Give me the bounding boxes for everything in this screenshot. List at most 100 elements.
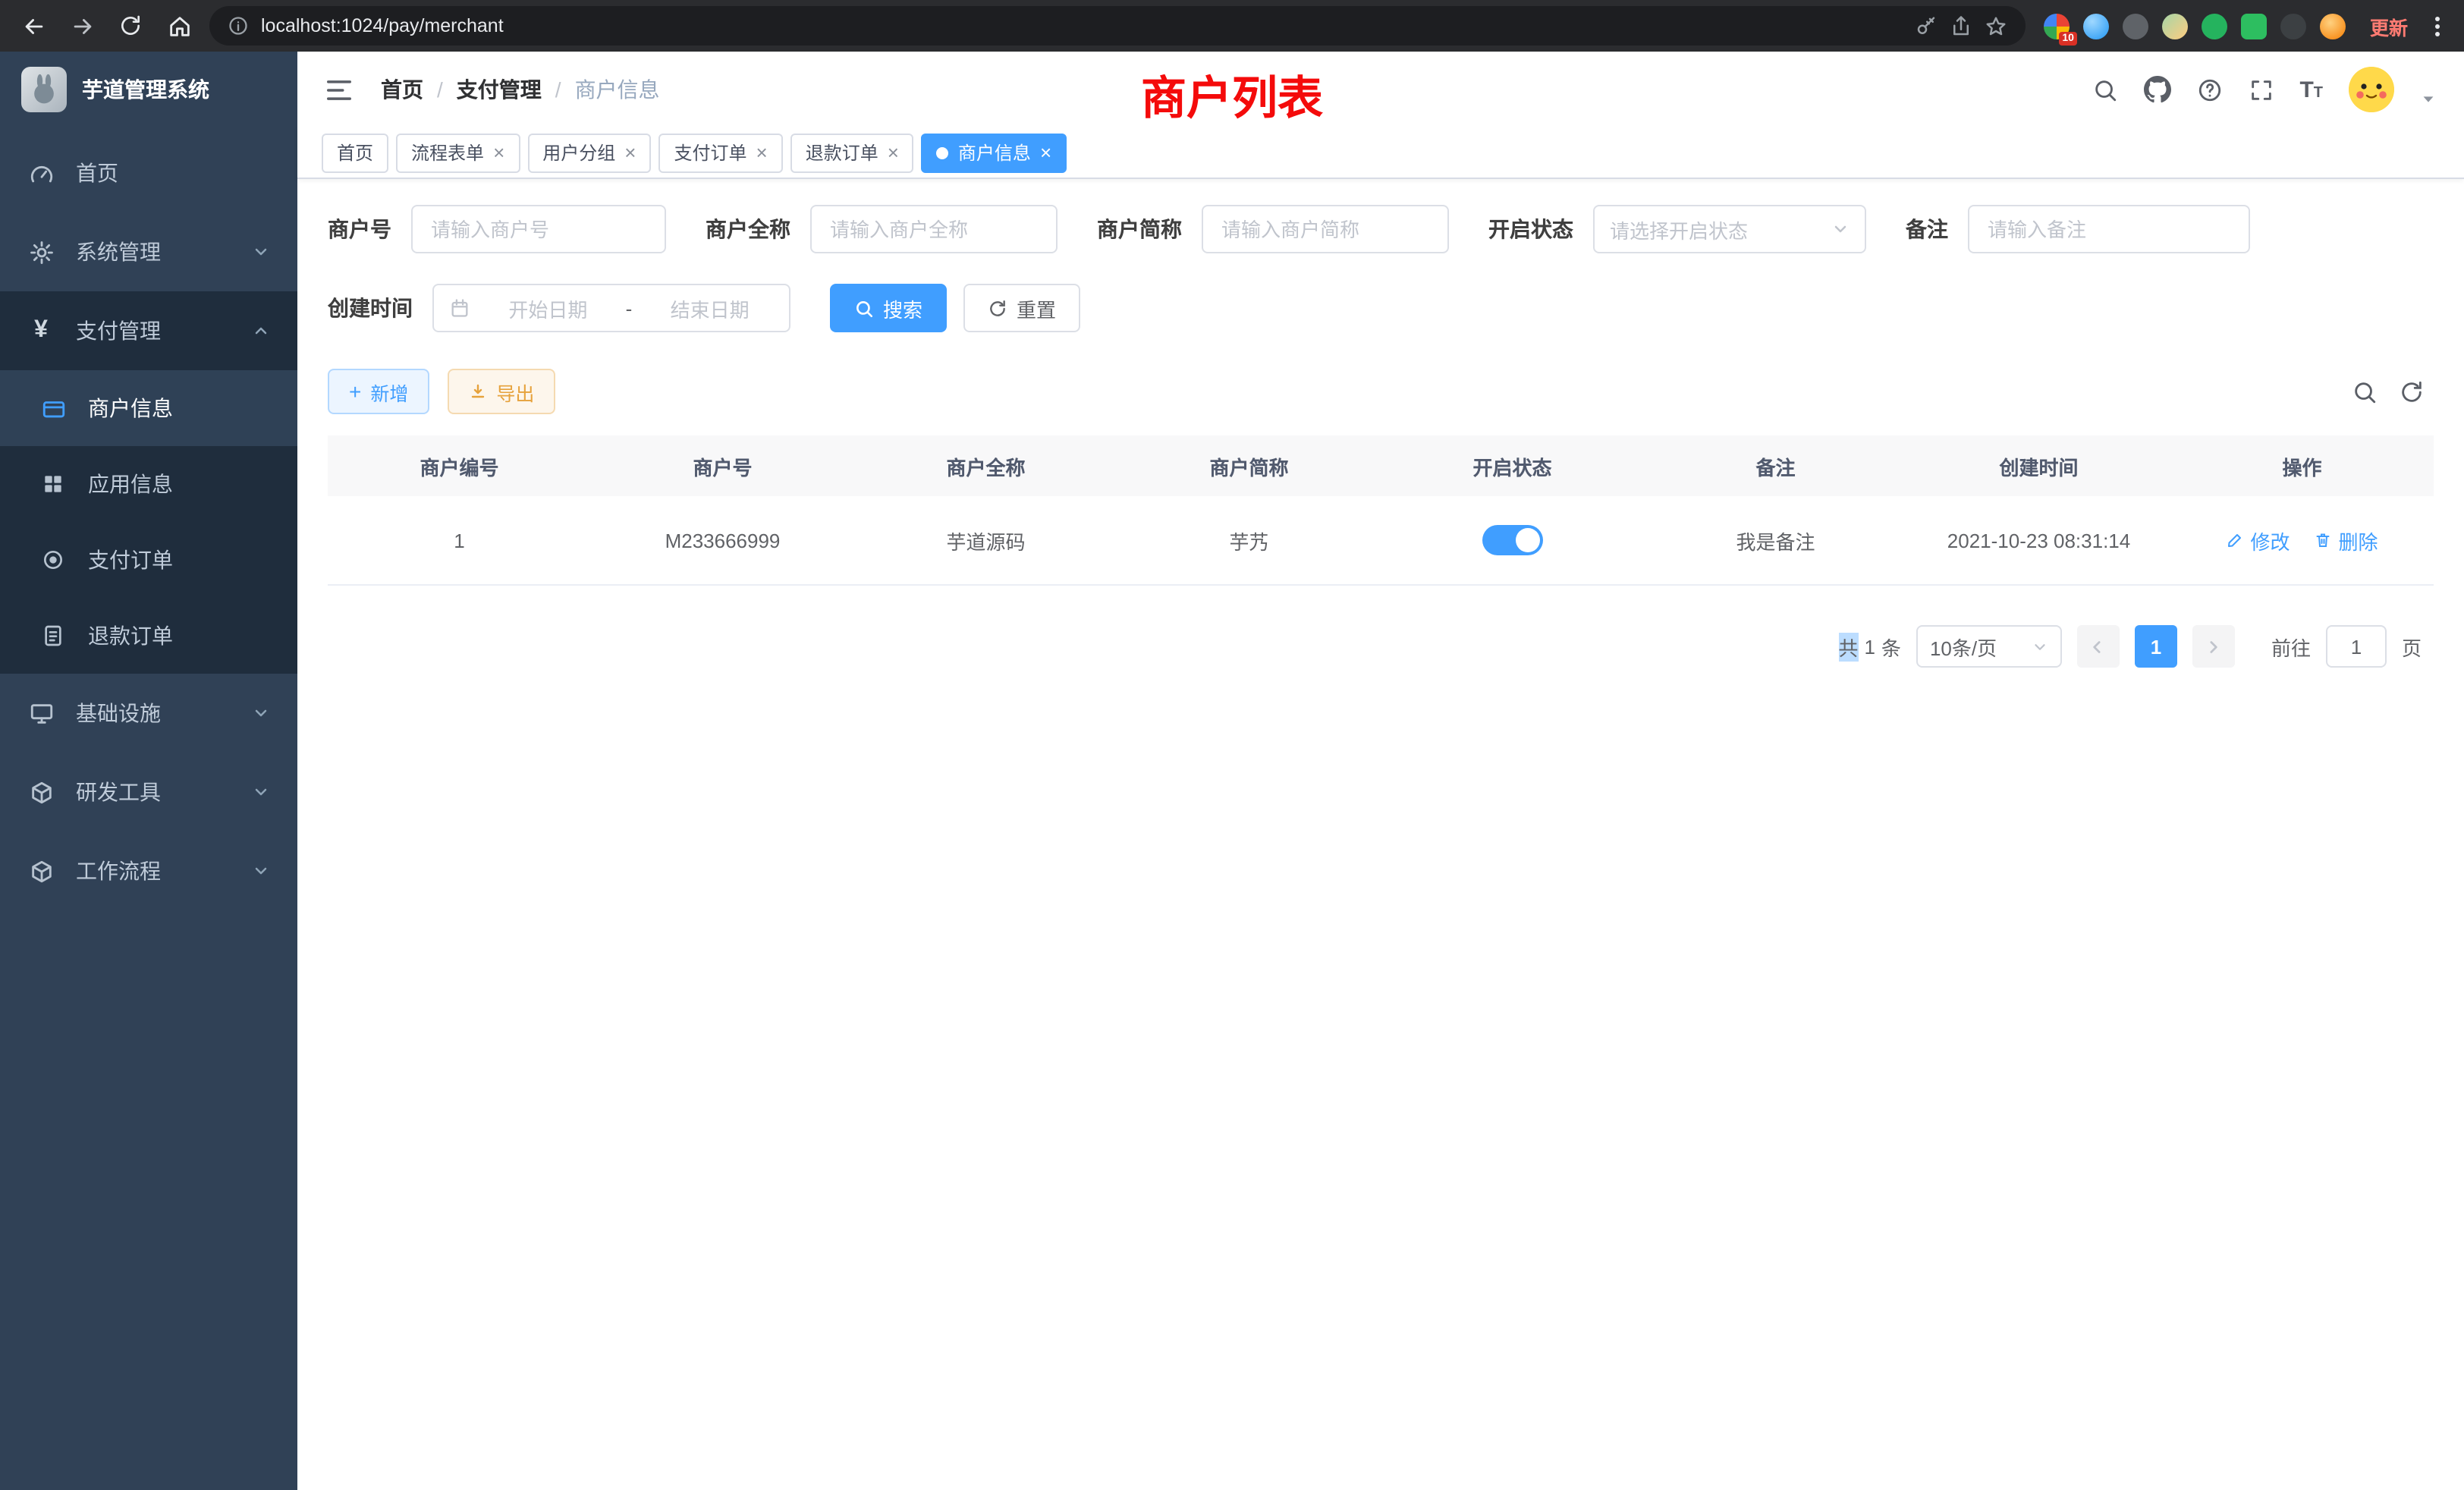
- goto-page-input[interactable]: [2326, 625, 2387, 668]
- chevron-down-icon: [252, 783, 270, 801]
- create-time-range-picker[interactable]: 开始日期 - 结束日期: [432, 284, 790, 332]
- short-name-label: 商户简称: [1097, 214, 1182, 244]
- col-merchant-no: 商户号: [591, 435, 854, 496]
- breadcrumb-current: 商户信息: [575, 74, 660, 105]
- edit-link[interactable]: 修改: [2226, 526, 2290, 555]
- browser-menu-icon[interactable]: [2426, 16, 2449, 36]
- export-button[interactable]: 导出: [448, 369, 555, 414]
- extension-icon-5[interactable]: [2202, 13, 2227, 39]
- sidebar-item-home[interactable]: 首页: [0, 134, 297, 212]
- sidebar-item-system[interactable]: 系统管理: [0, 212, 297, 291]
- close-icon[interactable]: ×: [624, 143, 636, 162]
- close-icon[interactable]: ×: [493, 143, 504, 162]
- short-name-input[interactable]: [1202, 205, 1449, 253]
- tab-refund-order[interactable]: 退款订单×: [790, 133, 914, 172]
- page-number-button[interactable]: 1: [2135, 625, 2177, 668]
- merchant-no-input[interactable]: [411, 205, 666, 253]
- main-area: 首页 / 支付管理 / 商户信息: [297, 52, 2464, 1490]
- browser-reload-icon[interactable]: [112, 8, 149, 44]
- document-icon: [39, 624, 67, 648]
- extension-icon-2[interactable]: [2083, 13, 2109, 39]
- box-icon: [27, 779, 55, 805]
- merchant-name-input[interactable]: [810, 205, 1058, 253]
- breadcrumb-pay[interactable]: 支付管理: [457, 74, 542, 105]
- close-icon[interactable]: ×: [1040, 143, 1051, 162]
- search-icon[interactable]: [2092, 77, 2117, 102]
- breadcrumb-home[interactable]: 首页: [381, 74, 423, 105]
- sidebar-item-pay-order[interactable]: 支付订单: [0, 522, 297, 598]
- fullscreen-icon[interactable]: [2248, 77, 2274, 102]
- reset-button[interactable]: 重置: [963, 284, 1080, 332]
- remark-input[interactable]: [1968, 205, 2250, 253]
- sidebar-toggle-icon[interactable]: [325, 75, 354, 104]
- add-button[interactable]: + 新增: [328, 369, 429, 414]
- help-icon[interactable]: [2196, 77, 2222, 102]
- screen: localhost:1024/pay/merchant 10 更新: [0, 0, 2464, 1490]
- browser-home-icon[interactable]: [161, 8, 197, 44]
- status-select[interactable]: 请选择开启状态: [1593, 205, 1866, 253]
- next-page-button[interactable]: [2192, 625, 2235, 668]
- sidebar-item-infra[interactable]: 基础设施: [0, 674, 297, 753]
- sidebar-item-dev-tools[interactable]: 研发工具: [0, 753, 297, 831]
- remark-label: 备注: [1906, 214, 1948, 244]
- extension-icon-1[interactable]: 10: [2044, 13, 2070, 39]
- github-icon[interactable]: [2143, 76, 2170, 103]
- sidebar-item-pay[interactable]: ¥ 支付管理: [0, 291, 297, 370]
- cell-actions: 修改 删除: [2170, 496, 2434, 584]
- sidebar-item-refund-order[interactable]: 退款订单: [0, 598, 297, 674]
- browser-forward-icon[interactable]: [64, 8, 100, 44]
- tab-home[interactable]: 首页: [322, 133, 388, 172]
- close-icon[interactable]: ×: [888, 143, 899, 162]
- bookmark-star-icon[interactable]: [1985, 14, 2007, 37]
- breadcrumb: 首页 / 支付管理 / 商户信息: [381, 74, 660, 105]
- chevron-up-icon: [252, 322, 270, 340]
- sidebar-menu: 首页 系统管理 ¥ 支付管理: [0, 127, 297, 1490]
- extension-icon-3[interactable]: [2123, 13, 2148, 39]
- page-title-annotation: 商户列表: [1141, 61, 1323, 127]
- tab-user-group[interactable]: 用户分组×: [527, 133, 651, 172]
- prev-page-button[interactable]: [2077, 625, 2120, 668]
- font-size-icon[interactable]: TT: [2299, 78, 2323, 101]
- col-create-time: 创建时间: [1907, 435, 2170, 496]
- profile-avatar-icon[interactable]: [2320, 13, 2346, 39]
- share-icon[interactable]: [1950, 14, 1972, 37]
- password-key-icon[interactable]: [1915, 14, 1938, 37]
- page-size-select[interactable]: 10条/页: [1916, 625, 2062, 668]
- caret-down-icon[interactable]: [2420, 90, 2437, 107]
- edit-icon: [2226, 531, 2244, 549]
- close-icon[interactable]: ×: [756, 143, 768, 162]
- tab-pay-order[interactable]: 支付订单×: [658, 133, 782, 172]
- site-info-icon[interactable]: [228, 15, 249, 36]
- chevron-down-icon: [2032, 638, 2048, 655]
- chevron-down-icon: [252, 243, 270, 261]
- user-avatar[interactable]: [2349, 67, 2394, 112]
- tab-merchant-info[interactable]: 商户信息×: [922, 133, 1067, 172]
- pagination-total: 共 1 条: [1838, 632, 1901, 661]
- tab-process-form[interactable]: 流程表单×: [396, 133, 520, 172]
- sidebar-item-app-info[interactable]: 应用信息: [0, 446, 297, 522]
- cell-create-time: 2021-10-23 08:31:14: [1907, 496, 2170, 584]
- browser-back-icon[interactable]: [15, 8, 52, 44]
- submenu-pay: ¥ 支付管理 商户信息: [0, 291, 297, 674]
- chevron-down-icon: [252, 704, 270, 722]
- pagination: 共 1 条 10条/页 1: [328, 625, 2434, 668]
- sidebar-item-merchant-info[interactable]: 商户信息: [0, 370, 297, 446]
- extension-icon-7[interactable]: [2280, 13, 2306, 39]
- refresh-icon[interactable]: [2399, 379, 2425, 404]
- browser-update-button[interactable]: 更新: [2364, 11, 2414, 40]
- cell-merchant-id: 1: [328, 496, 591, 584]
- sidebar-item-workflow[interactable]: 工作流程: [0, 831, 297, 910]
- search-button[interactable]: 搜索: [830, 284, 947, 332]
- status-toggle[interactable]: [1482, 525, 1543, 555]
- plus-icon: +: [349, 381, 361, 402]
- address-bar[interactable]: localhost:1024/pay/merchant: [209, 6, 2026, 46]
- extension-badge: 10: [2059, 31, 2077, 45]
- extension-icon-4[interactable]: [2162, 13, 2188, 39]
- tag-view-bar: 首页 流程表单× 用户分组× 支付订单× 退款订单× 商户信息×: [297, 127, 2464, 179]
- filter-row-1: 商户号 商户全称 商户简称 开启状态 请选择开启状态: [328, 205, 2434, 253]
- delete-link[interactable]: 删除: [2315, 526, 2378, 555]
- chevron-down-icon: [1831, 220, 1850, 238]
- navbar-actions: TT: [2092, 67, 2437, 112]
- toggle-search-icon[interactable]: [2352, 379, 2378, 404]
- extension-icon-6[interactable]: [2241, 13, 2267, 39]
